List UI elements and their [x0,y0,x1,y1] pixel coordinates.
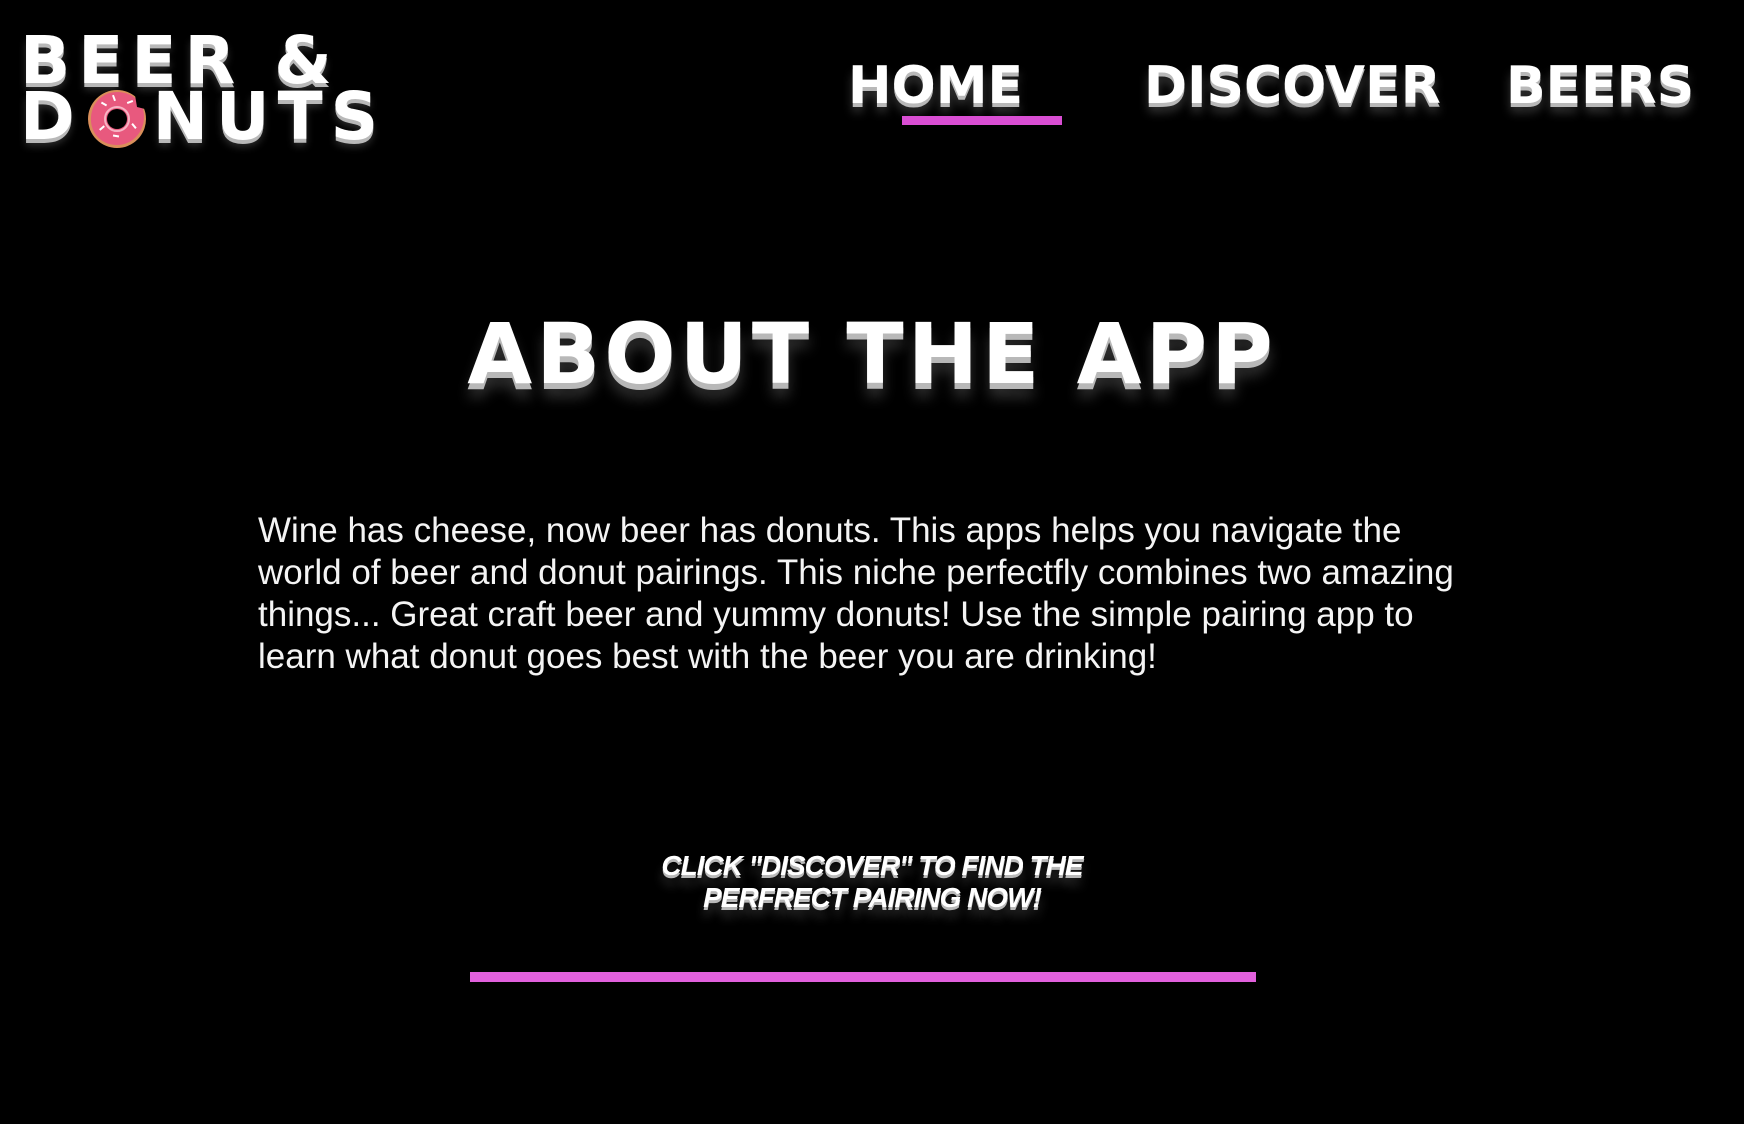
about-description: Wine has cheese, now beer has donuts. Th… [258,511,1454,676]
donut-icon [87,89,147,149]
logo[interactable]: BEER & D NUTS [20,22,378,152]
page-title: ABOUT THE APP [467,305,1277,403]
call-to-action: CLICK "DISCOVER" TO FIND THE PERFRECT PA… [0,850,1744,914]
cta-divider-bar [470,972,1256,982]
logo-line-2: D NUTS [20,84,386,150]
nav-discover-link[interactable]: DISCOVER [1144,57,1441,115]
active-nav-underline [902,116,1062,125]
nav-home-link[interactable]: HOME [848,57,1023,115]
nav-beers-link[interactable]: BEERS [1506,57,1694,115]
main-nav: HOME DISCOVER BEERS [744,57,1744,138]
logo-letters-nuts: NUTS [152,78,387,155]
logo-letter-d: D [20,78,83,155]
cta-text: CLICK "DISCOVER" TO FIND THE PERFRECT PA… [661,850,1083,913]
